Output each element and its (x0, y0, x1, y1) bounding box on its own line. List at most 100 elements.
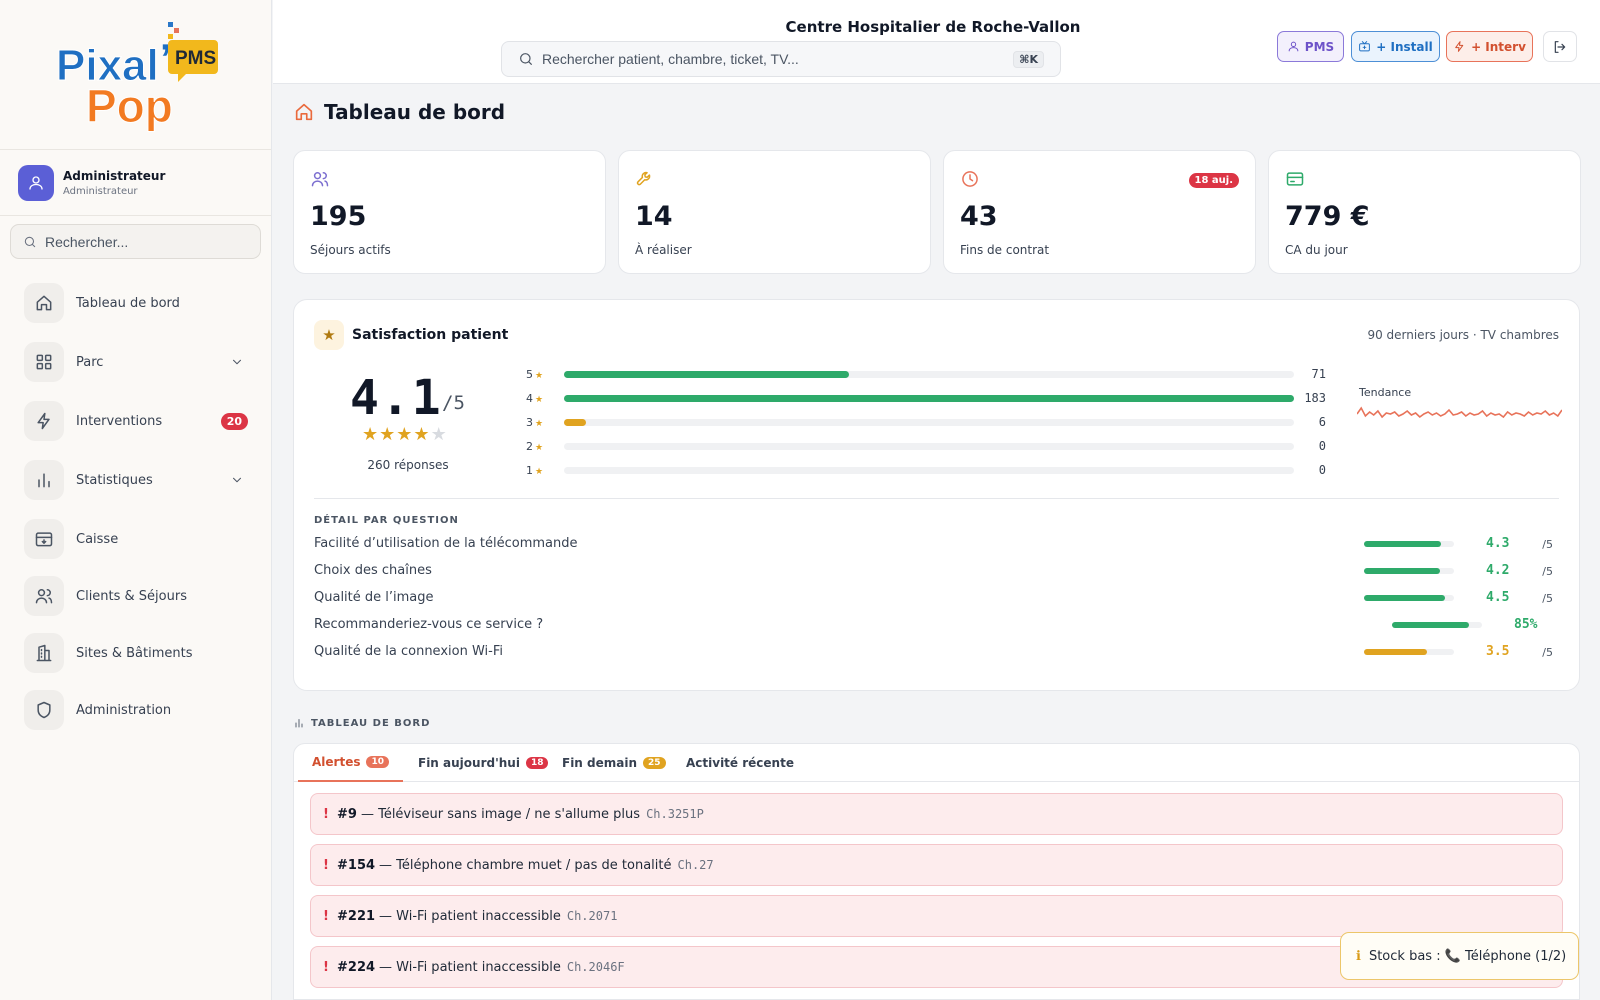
satisfaction-panel: ★ Satisfaction patient 90 derniers jours… (293, 299, 1580, 691)
sidebar-item-administration[interactable]: Administration (24, 689, 254, 731)
bolt-icon (37, 412, 50, 430)
sidebar-item-interventions[interactable]: Interventions 20 (24, 400, 254, 442)
question-score-max: /5 (1542, 565, 1553, 578)
star-icon: ★ (396, 424, 414, 445)
user-profile[interactable]: Administrateur Administrateur (0, 150, 271, 216)
rating-distribution-row: 2 ★ 0 (526, 438, 1326, 456)
cash-register-icon (35, 532, 53, 547)
rating-bar-track (564, 371, 1294, 378)
kpi-card-fins-contrat[interactable]: 18 auj. 43 Fins de contrat (943, 150, 1256, 274)
satisfaction-score: 4.1 (350, 370, 443, 426)
hospital-name: Centre Hospitalier de Roche-Vallon (785, 18, 1081, 36)
global-search: ⌘K (501, 41, 1061, 77)
kpi-value: 195 (310, 201, 367, 232)
question-bar (1364, 649, 1427, 655)
tab-fin-aujourdhui[interactable]: Fin aujourd'hui 18 (418, 744, 549, 782)
star-icon: ★ (535, 419, 544, 429)
question-bar (1364, 595, 1445, 601)
sidebar-item-caisse[interactable]: Caisse (24, 518, 254, 560)
today-badge: 18 auj. (1188, 173, 1239, 188)
grid-icon (36, 354, 52, 370)
chevron-down-icon[interactable] (230, 355, 244, 369)
kpi-card-sejours[interactable]: 195 Séjours actifs (293, 150, 606, 274)
rating-bar-track (564, 419, 1294, 426)
svg-text:Pop: Pop (86, 80, 173, 132)
question-bar-track (1392, 622, 1482, 628)
kpi-value: 14 (635, 201, 673, 232)
kpi-card-ca-jour[interactable]: 779 € CA du jour (1268, 150, 1581, 274)
question-score: 4.3 (1486, 536, 1510, 551)
sidebar-search (10, 224, 261, 259)
rating-stars-label: 4 ★ (526, 392, 544, 405)
kpi-card-a-realiser[interactable]: 14 À réaliser (618, 150, 931, 274)
alert-row[interactable]: ! #154— Téléphone chambre muet / pas de t… (310, 844, 1563, 886)
star-icon: ★ (379, 424, 397, 445)
new-intervention-button[interactable]: + Interv (1446, 31, 1533, 62)
logo[interactable]: Pixal ’ PMS Pop (0, 0, 271, 150)
top-header: Centre Hospitalier de Roche-Vallon ⌘K PM… (273, 0, 1600, 84)
alert-row[interactable]: ! #221— Wi-Fi patient inaccessible Ch.2071 (310, 895, 1563, 937)
global-search-input[interactable] (542, 51, 982, 67)
alert-icon: ! (323, 908, 329, 924)
rating-distribution-row: 3 ★ 6 (526, 414, 1326, 432)
logout-button[interactable] (1543, 31, 1577, 62)
tab-fin-demain[interactable]: Fin demain 25 (562, 744, 666, 782)
question-label: Facilité d’utilisation de la télécommand… (314, 536, 578, 551)
avatar (18, 164, 54, 201)
room-number: Ch.2071 (566, 909, 618, 923)
rating-count: 6 (1318, 415, 1326, 429)
kpi-label: Fins de contrat (960, 243, 1050, 257)
star-icon: ★ (535, 395, 544, 405)
bolt-icon (1455, 41, 1464, 52)
sidebar-item-label: Tableau de bord (76, 295, 180, 311)
question-bar-track (1364, 649, 1454, 655)
ticket-id: #154 (337, 857, 376, 873)
rating-bar-track (564, 443, 1294, 450)
ticket-title: — Téléviseur sans image / ne s'allume pl… (360, 806, 641, 822)
rating-bar-track (564, 395, 1294, 402)
tab-activite-recente[interactable]: Activité récente (686, 744, 794, 782)
home-icon (295, 103, 313, 121)
tab-alertes[interactable]: Alertes 10 (298, 744, 404, 782)
sidebar: Pixal ’ PMS Pop Administrateur Administr… (0, 0, 272, 1000)
toast-text: Stock bas : 📞 Téléphone (1/2) (1368, 948, 1567, 964)
question-score-max: /5 (1542, 646, 1553, 659)
sidebar-item-parc[interactable]: Parc (24, 341, 254, 383)
logo-pms-text: PMS (175, 48, 216, 69)
question-score: 4.2 (1486, 563, 1510, 578)
ticket-id: #9 (337, 806, 357, 822)
rating-count: 183 (1304, 391, 1326, 405)
shield-icon (37, 701, 51, 719)
sidebar-item-clients[interactable]: Clients & Séjours (24, 575, 254, 617)
satisfaction-title: Satisfaction patient (352, 327, 509, 343)
pms-button[interactable]: PMS (1277, 31, 1344, 62)
alert-row[interactable]: ! #9— Téléviseur sans image / ne s'allume… (310, 793, 1563, 835)
star-icon: ★ (535, 467, 544, 477)
question-bar (1364, 568, 1440, 574)
search-shortcut: ⌘K (1013, 50, 1044, 68)
question-bar-track (1364, 595, 1454, 601)
install-button-label: + Install (1376, 39, 1433, 54)
credit-card-icon (1286, 172, 1304, 186)
kpi-label: Séjours actifs (310, 243, 391, 257)
tab-badge: 25 (643, 757, 666, 769)
sidebar-item-dashboard[interactable]: Tableau de bord (24, 282, 254, 324)
user-role: Administrateur (63, 185, 138, 197)
trend-label: Tendance (1359, 386, 1412, 399)
sidebar-search-input[interactable] (45, 233, 245, 250)
question-label: Recommanderiez-vous ce service ? (314, 617, 544, 632)
question-bar-track (1364, 568, 1454, 574)
detail-title: DÉTAIL PAR QUESTION (314, 515, 459, 526)
sidebar-item-statistiques[interactable]: Statistiques (24, 459, 254, 501)
rating-count: 0 (1318, 463, 1326, 477)
tv-icon (1359, 41, 1371, 52)
new-install-button[interactable]: + Install (1351, 31, 1440, 62)
sidebar-item-sites[interactable]: Sites & Bâtiments (24, 632, 254, 674)
tab-badge: 18 (525, 757, 549, 769)
chevron-down-icon[interactable] (230, 473, 244, 487)
rating-bar (564, 395, 1294, 402)
low-stock-toast[interactable]: ℹ Stock bas : 📞 Téléphone (1/2) (1340, 932, 1579, 980)
ticket-id: #221 (337, 908, 376, 924)
sidebar-item-label: Interventions (76, 413, 163, 429)
question-row: Facilité d’utilisation de la télécommand… (314, 534, 1561, 554)
